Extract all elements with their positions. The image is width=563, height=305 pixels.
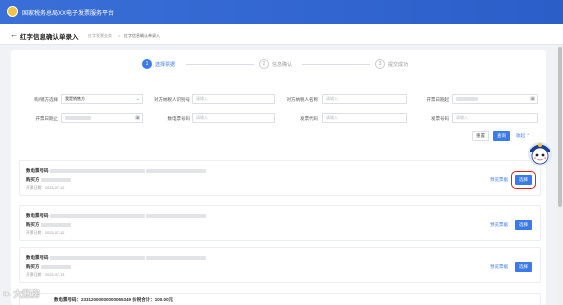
invoice-no-label: 发票号码 (431, 116, 449, 121)
logo-mark-icon: ❧ (3, 289, 11, 299)
breadcrumb-current: 红字信息确认单录入 (124, 33, 160, 38)
invoice-code-input[interactable]: 请输入 (322, 113, 407, 123)
step-1-label: 选择票据 (155, 62, 176, 68)
preview-invoice-link[interactable]: 预览票据 (490, 264, 508, 270)
step-2-icon: 2 (259, 59, 269, 69)
select-button[interactable]: 选择 (515, 220, 532, 230)
buyer-tax-id-input[interactable]: 请输入 (192, 94, 275, 104)
reset-button[interactable]: 重置 (472, 131, 489, 141)
role-select[interactable]: 我是销售方 ⌄ (61, 94, 143, 104)
card-invoice-no: 数电票号码 (26, 255, 207, 261)
query-button[interactable]: 查询 (493, 131, 510, 141)
invoice-no-input[interactable]: 请输入 (452, 113, 538, 123)
select-button[interactable]: 选择 (515, 262, 532, 272)
chevron-down-icon: ⌄ (135, 96, 140, 102)
top-navbar: 国家税务总局XX电子发票服务平台 (0, 0, 563, 24)
card-date: 开票日期：2023-07-12 (26, 186, 65, 190)
date-start-label: 开票日期起 (426, 97, 450, 102)
date-start-input[interactable]: ▣ (452, 94, 538, 104)
card-date: 开票日期：2023-07-13 (26, 273, 65, 277)
site-title: 国家税务总局XX电子发票服务平台 (22, 11, 115, 17)
step-3-icon: 3 (375, 59, 385, 69)
card-invoice-no: 数电票号码：23312000000000065349 价税合计：100.00元 (54, 297, 174, 302)
page-header: ← 红字信息确认单录入 红字发票业务 > 红字信息确认单录入 (0, 24, 563, 45)
breadcrumb-item[interactable]: 红字发票业务 (88, 33, 112, 39)
step-connector (186, 64, 254, 65)
preview-invoice-link[interactable]: 预览票据 (490, 222, 508, 228)
invoice-card: 数电票号码 购买方 开票日期：2023-07-13 预览票据 选择 (19, 247, 541, 283)
invoice-card: 数电票号码：23312000000000065349 价税合计：100.00元 (19, 293, 541, 305)
date-end-input[interactable]: ▣ (61, 113, 143, 123)
card-invoice-no: 数电票号码 (26, 213, 207, 219)
select-button[interactable]: 选择 (511, 171, 536, 189)
invoice-card: 数电票号码 购买方 开票日期：2023-07-12 预览票据 选择 (19, 160, 541, 196)
step-2-label: 信息确认 (272, 62, 293, 68)
calendar-icon: ▣ (135, 115, 140, 121)
role-label: 购/销方选择 (34, 97, 58, 102)
buyer-tax-id-label: 对方纳税人识别号 (154, 97, 190, 102)
tax-emblem-icon (7, 6, 18, 17)
arrow-left-icon[interactable]: ← (10, 30, 18, 39)
card-buyer: 购买方 (26, 177, 71, 183)
watermark: ❧ 大账房 (3, 289, 41, 299)
card-invoice-no: 数电票号码 (26, 168, 207, 174)
digital-invoice-no-label: 数电票号码 (167, 116, 191, 121)
buyer-name-label: 对方纳税人名称 (286, 97, 319, 102)
page-title: 红字信息确认单录入 (20, 34, 79, 41)
preview-invoice-link[interactable]: 预览票据 (490, 177, 508, 183)
invoice-card: 数电票号码 购买方 开票日期：2023-07-12 预览票据 选择 (19, 205, 541, 241)
step-1-icon: 1 (142, 59, 152, 69)
assistant-mascot-icon[interactable] (525, 138, 555, 168)
card-buyer: 购买方 (26, 222, 71, 228)
date-end-label: 开票日期止 (35, 116, 59, 121)
buyer-name-input[interactable]: 请输入 (322, 94, 407, 104)
step-3-label: 提交成功 (388, 62, 409, 68)
digital-invoice-no-input[interactable]: 请输入 (192, 113, 275, 123)
card-date: 开票日期：2023-07-12 (26, 231, 65, 235)
card-buyer: 购买方 (26, 264, 71, 270)
scrollbar-thumb[interactable] (558, 47, 562, 207)
invoice-code-label: 发票代码 (300, 116, 318, 121)
calendar-icon: ▣ (530, 96, 535, 102)
breadcrumb-separator: > (118, 33, 121, 38)
step-connector (302, 64, 370, 65)
